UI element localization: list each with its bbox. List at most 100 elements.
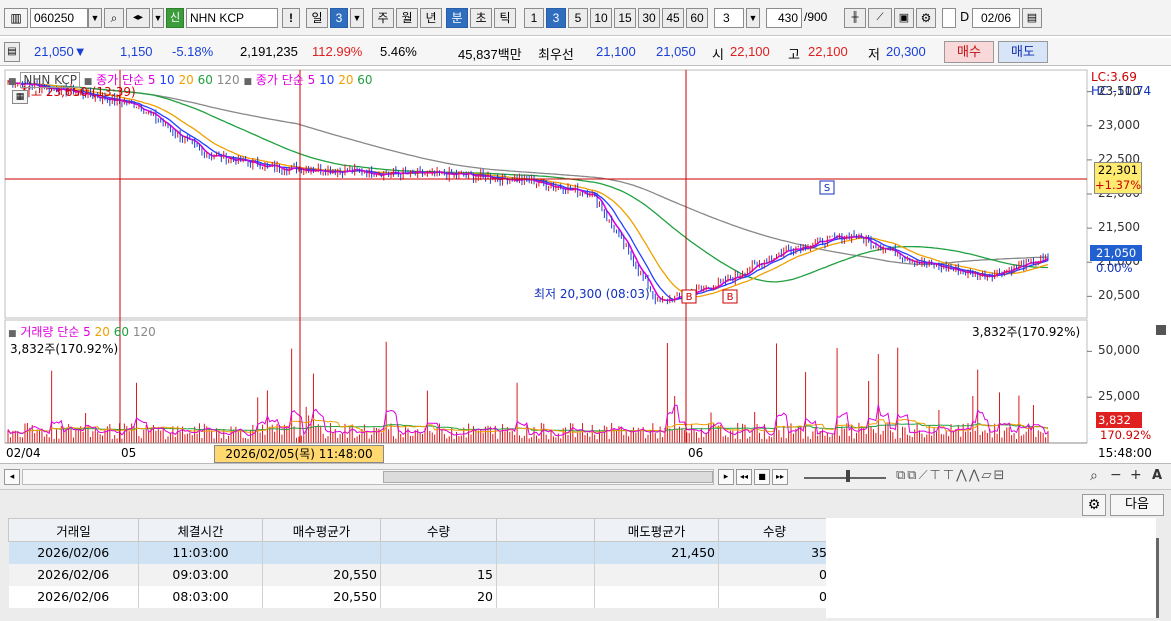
save-icon[interactable]: ▣ bbox=[894, 8, 914, 28]
buy-marker-label: B bbox=[686, 292, 693, 303]
count-input[interactable]: 430 bbox=[766, 8, 802, 28]
date-checkbox[interactable] bbox=[942, 8, 956, 28]
cell-blank bbox=[496, 585, 595, 608]
stock-list-dropdown-icon[interactable]: ▼ bbox=[152, 8, 164, 28]
interval-10-button[interactable]: 10 bbox=[590, 8, 612, 28]
line-tool-icon[interactable]: ⟋ bbox=[868, 8, 892, 28]
stock-code-input[interactable]: 060250 bbox=[30, 8, 88, 28]
volume-tick-label: 50,000 bbox=[1098, 343, 1140, 358]
period-day-button[interactable]: 일 bbox=[306, 8, 328, 28]
table-row[interactable]: 2026/02/06 08:03:00 20,550 20 0 bbox=[8, 585, 831, 608]
legend-stock-name: NHN KCP bbox=[20, 72, 80, 88]
gear-icon[interactable]: ⚙ bbox=[1082, 494, 1106, 516]
interval-30-button[interactable]: 30 bbox=[638, 8, 660, 28]
cell-time: 11:03:00 bbox=[138, 541, 263, 564]
volume-ratio: 112.99% bbox=[312, 44, 363, 59]
drawing-tools-icons[interactable]: ⧉⧉⟋⊤⊤⋀⋀▱⊟ bbox=[896, 468, 1006, 483]
period-year-button[interactable]: 년 bbox=[420, 8, 442, 28]
interval-1-button[interactable]: 1 bbox=[524, 8, 544, 28]
period-week-button[interactable]: 주 bbox=[372, 8, 394, 28]
chart-canvas[interactable]: B B S 최저 20,300 (08:03) 최고 23,650 (13:39… bbox=[0, 68, 1171, 464]
interval-15-button[interactable]: 15 bbox=[614, 8, 636, 28]
trade-history-panel: ⚙ 다음 거래일 체결시간 매수평균가 수량 매도평균가 수량 2026/02/… bbox=[0, 490, 1171, 621]
cell-blank bbox=[496, 541, 595, 564]
zoom-out-icon[interactable]: − bbox=[1110, 467, 1122, 483]
stock-code-dropdown-icon[interactable]: ▼ bbox=[88, 8, 102, 28]
cell-sell-avg bbox=[594, 563, 719, 586]
quote-bar: ▤ 21,050▼ 1,150 -5.18% 2,191,235 112.99%… bbox=[0, 38, 1171, 66]
play-icon[interactable]: ▸ bbox=[718, 469, 734, 485]
candle-type-icon[interactable]: ╫ bbox=[844, 8, 866, 28]
best-ask: 21,100 bbox=[596, 44, 636, 59]
current-price: 21,050▼ bbox=[34, 44, 87, 59]
volume-tick-label: 25,000 bbox=[1098, 389, 1140, 404]
volume-legend: ■ 거래량 단순 5 20 60 120 bbox=[8, 323, 156, 340]
current-pct-tag: 0.00% bbox=[1096, 261, 1133, 275]
legend-square-icon: ■ bbox=[243, 77, 252, 87]
crosshair-pct: +1.37% bbox=[1095, 178, 1142, 192]
cell-sell-avg: 21,450 bbox=[594, 541, 719, 564]
low-price: 20,300 bbox=[886, 44, 926, 59]
scrollbar-thumb[interactable] bbox=[383, 471, 713, 483]
cell-sell-avg bbox=[594, 585, 719, 608]
cell-date: 2026/02/06 bbox=[8, 541, 139, 564]
calendar-icon[interactable]: ▤ bbox=[1022, 8, 1042, 28]
period-tick-button[interactable]: 틱 bbox=[494, 8, 516, 28]
gear-icon[interactable]: ⚙ bbox=[916, 8, 936, 28]
date-input[interactable]: 02/06 bbox=[972, 8, 1020, 28]
chart-scrollbar[interactable] bbox=[22, 469, 714, 485]
auto-scale-icon[interactable]: A bbox=[1152, 468, 1162, 483]
period-month-button[interactable]: 월 bbox=[396, 8, 418, 28]
legend-square-icon: ■ bbox=[8, 329, 17, 339]
interval-input[interactable]: 3 bbox=[714, 8, 744, 28]
chart-toolbar: ▥ 060250 ▼ ⌕ ◂▸ ▼ 신 NHN KCP ! 일 3 ▼ 주 월 … bbox=[0, 0, 1171, 36]
buy-button[interactable]: 매수 bbox=[944, 41, 994, 63]
fast-forward-icon[interactable]: ▸▸ bbox=[772, 469, 788, 485]
chart-area[interactable]: B B S 최저 20,300 (08:03) 최고 23,650 (13:39… bbox=[0, 68, 1171, 464]
stop-icon[interactable]: ■ bbox=[754, 469, 770, 485]
legend-ma2-20: 20 bbox=[338, 73, 354, 87]
volume-ma-120: 120 bbox=[132, 325, 156, 339]
interval-dropdown-icon[interactable]: ▼ bbox=[746, 8, 760, 28]
sell-button[interactable]: 매도 bbox=[998, 41, 1048, 63]
prev-stock-icon[interactable]: ◂▸ bbox=[126, 8, 150, 28]
table-scrollbar[interactable] bbox=[1156, 538, 1159, 618]
price-tick-label: 20,500 bbox=[1098, 288, 1140, 303]
zoom-search-icon[interactable]: ⌕ bbox=[1090, 468, 1098, 484]
volume-readout-right: 3,832주(170.92%) bbox=[972, 325, 1081, 339]
cell-time: 09:03:00 bbox=[138, 563, 263, 586]
cell-date: 2026/02/06 bbox=[8, 585, 139, 608]
period-minute-button[interactable]: 분 bbox=[446, 8, 468, 28]
price-change: 1,150 bbox=[120, 44, 153, 59]
current-price-tag: 21,050 bbox=[1090, 245, 1142, 261]
price-change-pct: -5.18% bbox=[172, 44, 214, 59]
period-dropdown-icon[interactable]: ▼ bbox=[350, 8, 364, 28]
col-sell-qty: 수량 bbox=[718, 518, 831, 542]
interval-60-button[interactable]: 60 bbox=[686, 8, 708, 28]
interval-5-button[interactable]: 5 bbox=[568, 8, 588, 28]
scroll-left-icon[interactable]: ◂ bbox=[4, 469, 20, 485]
interval-3-button[interactable]: 3 bbox=[546, 8, 566, 28]
period-day-count[interactable]: 3 bbox=[330, 8, 348, 28]
rewind-icon[interactable]: ◂◂ bbox=[736, 469, 752, 485]
cell-buy-qty: 20 bbox=[380, 585, 497, 608]
table-row[interactable]: 2026/02/06 11:03:00 21,450 35 bbox=[8, 541, 831, 564]
quote-expand-icon[interactable]: ▤ bbox=[4, 42, 20, 62]
cell-blank bbox=[496, 563, 595, 586]
zoom-slider[interactable] bbox=[804, 477, 886, 479]
trade-table: 거래일 체결시간 매수평균가 수량 매도평균가 수량 2026/02/06 11… bbox=[8, 518, 831, 608]
alert-button[interactable]: ! bbox=[282, 8, 300, 28]
interval-45-button[interactable]: 45 bbox=[662, 8, 684, 28]
volume-current-pct: 170.92% bbox=[1100, 428, 1152, 442]
next-button[interactable]: 다음 bbox=[1110, 494, 1164, 516]
open-price: 22,100 bbox=[730, 44, 770, 59]
zoom-in-icon[interactable]: + bbox=[1130, 467, 1142, 483]
pane-close-icon[interactable] bbox=[1156, 325, 1166, 335]
date-checkbox-label: D bbox=[960, 10, 970, 24]
calendar-icon[interactable]: ▦ bbox=[12, 90, 28, 104]
search-icon[interactable]: ⌕ bbox=[104, 8, 124, 28]
menu-icon[interactable]: ▥ bbox=[4, 8, 28, 28]
zoom-slider-handle[interactable] bbox=[846, 470, 850, 482]
table-row[interactable]: 2026/02/06 09:03:00 20,550 15 0 bbox=[8, 563, 831, 586]
period-second-button[interactable]: 초 bbox=[470, 8, 492, 28]
